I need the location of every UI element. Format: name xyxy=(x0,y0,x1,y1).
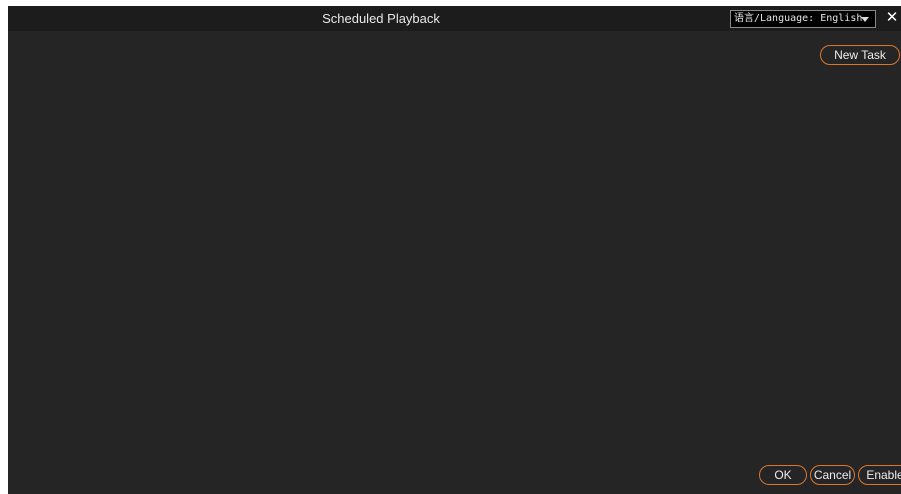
enable-button[interactable]: Enable xyxy=(858,465,901,485)
close-icon[interactable]: ✕ xyxy=(883,8,901,28)
cancel-button[interactable]: Cancel xyxy=(810,465,855,485)
title-bar: Scheduled Playback 语言/Language: English … xyxy=(8,6,901,31)
new-task-button[interactable]: New Task xyxy=(820,45,900,65)
ok-button[interactable]: OK xyxy=(759,465,807,485)
scheduled-playback-window: Scheduled Playback 语言/Language: English … xyxy=(8,6,901,494)
language-select-value: 语言/Language: English xyxy=(734,13,863,24)
task-list-area: New Task OK Cancel Enable xyxy=(8,31,901,494)
chevron-down-icon xyxy=(861,17,869,22)
window-title: Scheduled Playback xyxy=(322,11,440,26)
language-select[interactable]: 语言/Language: English xyxy=(730,10,876,28)
